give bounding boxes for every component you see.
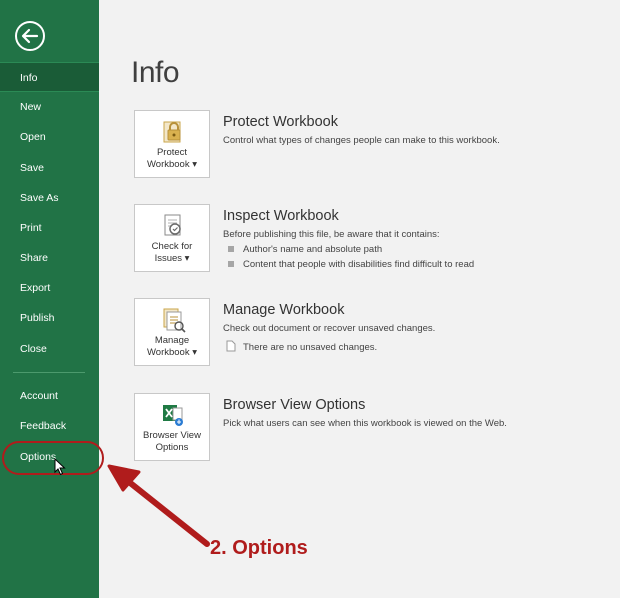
browser-view-options-button[interactable]: Browser View Options	[134, 393, 210, 461]
inspect-document-icon	[164, 214, 181, 236]
tile-label-line2: Workbook ▾	[146, 347, 197, 358]
mouse-cursor-icon	[54, 458, 66, 476]
sidebar-item-save[interactable]: Save	[0, 153, 99, 183]
lock-icon	[163, 121, 181, 143]
tile-label-line1: Check for	[151, 241, 193, 252]
backstage-sidebar: Info New Open Save Save As Print Share E…	[0, 0, 99, 598]
sidebar-item-share[interactable]: Share	[0, 243, 99, 273]
sidebar-item-account[interactable]: Account	[0, 381, 99, 411]
bullet-marker	[228, 261, 234, 267]
options-highlight-ring	[2, 441, 104, 475]
section-title-browser-view: Browser View Options	[223, 397, 366, 413]
sidebar-item-export[interactable]: Export	[0, 273, 99, 303]
back-arrow-icon[interactable]	[14, 20, 46, 52]
sidebar-item-save-as[interactable]: Save As	[0, 183, 99, 213]
sidebar-item-close[interactable]: Close	[0, 334, 99, 364]
sidebar-item-open[interactable]: Open	[0, 122, 99, 152]
manage-workbook-icon	[163, 308, 186, 333]
section-desc-manage: Check out document or recover unsaved ch…	[223, 323, 436, 334]
sidebar-item-feedback[interactable]: Feedback	[0, 411, 99, 441]
annotation-label: 2. Options	[210, 537, 308, 559]
tile-label-line1: Manage	[154, 335, 190, 346]
sidebar-divider	[13, 372, 85, 373]
annotation-arrow-icon	[107, 464, 210, 547]
manage-workbook-button[interactable]: Manage Workbook ▾	[134, 298, 210, 366]
tile-label-line1: Protect	[156, 147, 188, 158]
section-title-protect: Protect Workbook	[223, 114, 338, 130]
tile-label-line1: Browser View	[143, 430, 201, 441]
section-desc-inspect: Before publishing this file, be aware th…	[223, 229, 440, 240]
protect-workbook-button[interactable]: Protect Workbook ▾	[134, 110, 210, 178]
bullet-marker	[228, 246, 234, 252]
section-title-inspect: Inspect Workbook	[223, 208, 339, 224]
check-for-issues-button[interactable]: Check for Issues ▾	[134, 204, 210, 272]
sidebar-item-print[interactable]: Print	[0, 213, 99, 243]
sidebar-item-publish[interactable]: Publish	[0, 303, 99, 333]
tile-label-line2: Workbook ▾	[146, 159, 197, 170]
unsaved-changes-note: There are no unsaved changes.	[243, 342, 378, 353]
tile-label-line2: Issues ▾	[154, 253, 190, 264]
excel-browser-icon	[163, 405, 183, 426]
section-desc-browser-view: Pick what users can see when this workbo…	[223, 418, 507, 429]
tile-label-line2: Options	[155, 442, 189, 453]
document-icon	[226, 340, 236, 352]
sidebar-item-new[interactable]: New	[0, 92, 99, 122]
sidebar-item-info[interactable]: Info	[0, 62, 99, 92]
section-desc-protect: Control what types of changes people can…	[223, 135, 500, 146]
inspect-bullet-item: Content that people with disabilities fi…	[243, 259, 475, 270]
section-title-manage: Manage Workbook	[223, 302, 345, 318]
inspect-bullet-item: Author's name and absolute path	[243, 244, 383, 255]
page-title: Info	[131, 56, 180, 89]
